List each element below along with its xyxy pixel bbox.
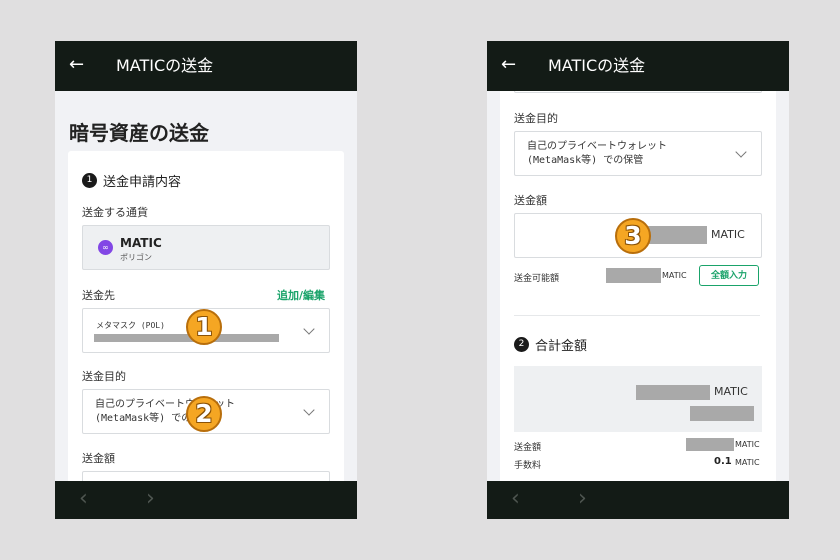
send-amount-label: 送金額 xyxy=(514,443,542,453)
total-unit: MATIC xyxy=(714,385,748,398)
redacted-total-secondary xyxy=(690,406,754,421)
scroll-content[interactable]: 送金目的 自己のプライベートウォレット (MetaMask等) での保管 送金額… xyxy=(487,91,789,481)
redacted-total xyxy=(636,385,710,400)
currency-subname: ポリゴン xyxy=(120,253,152,262)
fee-value: 0.1 xyxy=(714,456,732,467)
section-header-1: 1 送金申請内容 xyxy=(82,171,181,190)
currency-name: MATIC xyxy=(120,236,162,250)
destination-label: 送金先 xyxy=(82,289,115,302)
chevron-down-icon xyxy=(303,404,315,416)
matic-icon: ∞ xyxy=(98,240,113,255)
destination-value: メタマスク (POL) xyxy=(96,321,165,330)
total-amount-panel: MATIC xyxy=(514,366,762,432)
section-number-badge: 1 xyxy=(82,173,97,188)
app-bar: ← MATICの送金 xyxy=(487,41,789,91)
destination-select-edge xyxy=(514,91,762,93)
phone-screen-2: ← MATICの送金 送金目的 自己のプライベートウォレット (MetaMask… xyxy=(487,41,789,519)
purpose-select[interactable]: 自己のプライベートウォレット (MetaMask等) での保管 xyxy=(514,131,762,176)
redacted-address xyxy=(94,334,279,342)
purpose-label: 送金目的 xyxy=(82,370,126,383)
marker-1: 1 xyxy=(186,309,222,345)
app-bar-title: MATICの送金 xyxy=(548,56,646,75)
purpose-value: 自己のプライベートウォレット (MetaMask等) での保管 xyxy=(527,141,667,166)
marker-3: 3 xyxy=(615,218,651,254)
app-bar-title: MATICの送金 xyxy=(116,56,214,75)
available-label: 送金可能額 xyxy=(514,274,560,284)
browser-nav-bar: ‹ › xyxy=(55,481,357,519)
nav-forward-icon[interactable]: › xyxy=(146,487,155,511)
browser-nav-bar: ‹ › xyxy=(487,481,789,519)
nav-back-icon[interactable]: ‹ xyxy=(79,487,88,511)
section-title: 合計金額 xyxy=(535,339,588,354)
phone-screen-1: ← MATICの送金 暗号資産の送金 1 送金申請内容 送金する通貨 ∞ MAT… xyxy=(55,41,357,519)
section-title: 送金申請内容 xyxy=(103,175,182,190)
marker-2: 2 xyxy=(186,396,222,432)
amount-unit: MATIC xyxy=(711,228,745,241)
send-amount-unit: MATIC xyxy=(735,440,760,449)
transfer-form-card: 送金目的 自己のプライベートウォレット (MetaMask等) での保管 送金額… xyxy=(500,91,776,481)
nav-back-icon[interactable]: ‹ xyxy=(511,487,520,511)
app-bar: ← MATICの送金 xyxy=(55,41,357,91)
page-title: 暗号資産の送金 xyxy=(69,121,209,145)
section-number-badge: 2 xyxy=(514,337,529,352)
nav-forward-icon[interactable]: › xyxy=(578,487,587,511)
currency-label: 送金する通貨 xyxy=(82,206,148,219)
fee-label: 手数料 xyxy=(514,461,542,471)
add-edit-link[interactable]: 追加/編集 xyxy=(277,287,325,303)
scroll-content[interactable]: 暗号資産の送金 1 送金申請内容 送金する通貨 ∞ MATIC ポリゴン 送金先… xyxy=(55,91,357,481)
chevron-down-icon xyxy=(303,323,315,335)
full-amount-button[interactable]: 全額入力 xyxy=(699,265,759,286)
available-unit: MATIC xyxy=(662,271,687,280)
chevron-down-icon xyxy=(735,146,747,158)
divider xyxy=(514,315,760,316)
amount-input[interactable] xyxy=(82,471,330,481)
fee-unit: MATIC xyxy=(735,458,760,467)
back-arrow-icon[interactable]: ← xyxy=(501,55,516,75)
back-arrow-icon[interactable]: ← xyxy=(69,55,84,75)
purpose-label: 送金目的 xyxy=(514,112,558,125)
section-header-2: 2 合計金額 xyxy=(514,335,587,354)
redacted-send-amount xyxy=(686,438,734,451)
currency-field: ∞ MATIC ポリゴン xyxy=(82,225,330,270)
amount-label: 送金額 xyxy=(514,194,547,207)
redacted-available xyxy=(606,268,661,283)
amount-label: 送金額 xyxy=(82,452,115,465)
